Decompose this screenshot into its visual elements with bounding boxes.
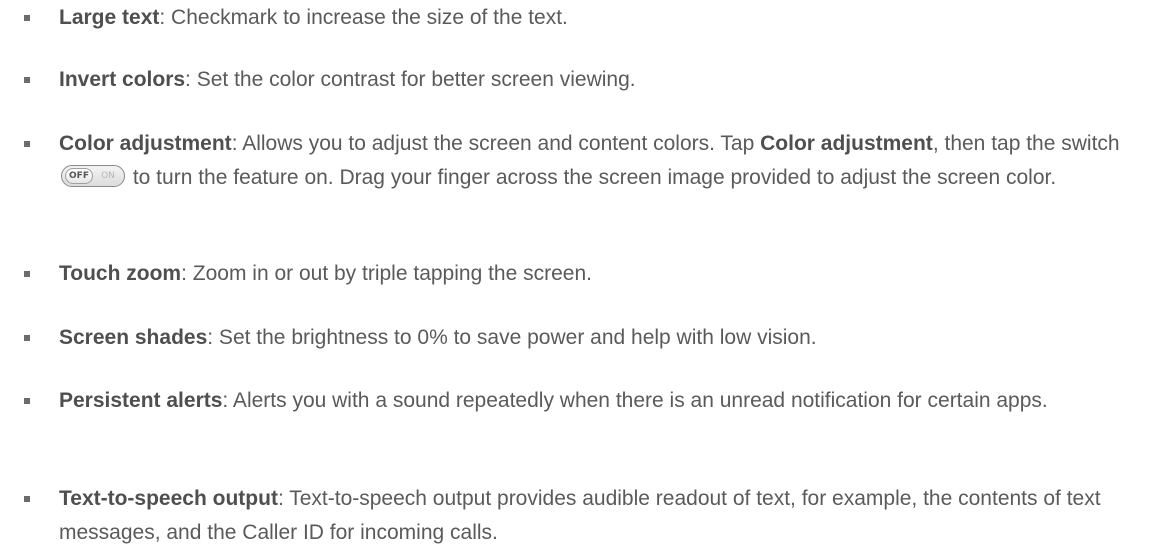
item-text: Large text: Checkmark to increase the si…: [59, 1, 1154, 35]
item-description: , then tap the switch: [932, 132, 1120, 155]
item-term: Touch zoom: [59, 262, 182, 285]
item-term: Screen shades: [59, 326, 208, 349]
item-description: : Checkmark to increase the size of the …: [159, 6, 568, 29]
bullet-icon: [24, 335, 30, 341]
item-text: Persistent alerts: Alerts you with a sou…: [59, 384, 1154, 418]
bullet-icon: [24, 398, 30, 404]
bullet-icon: [24, 15, 30, 21]
bullet-icon: [24, 271, 30, 277]
item-description: : Set the brightness to 0% to save power…: [207, 326, 817, 349]
bullet-icon: [24, 77, 30, 83]
item-term: Large text: [59, 6, 160, 29]
item-text: Touch zoom: Zoom in or out by triple tap…: [59, 257, 1154, 291]
item-text: Invert colors: Set the color contrast fo…: [59, 63, 1154, 97]
item-text: Screen shades: Set the brightness to 0% …: [59, 321, 1154, 355]
on-off-switch-icon: OFF ON: [61, 165, 125, 188]
switch-off-label: OFF: [65, 168, 93, 185]
item-term: Text-to-speech output: [59, 487, 278, 510]
item-description: to turn the feature on. Drag your finger…: [127, 166, 1057, 189]
switch-on-label: ON: [101, 171, 115, 182]
item-term: Color adjustment: [59, 132, 232, 155]
item-description: : Set the color contrast for better scre…: [185, 68, 636, 91]
item-term-inline: Color adjustment: [760, 132, 933, 155]
item-text: Text-to-speech output: Text-to-speech ou…: [59, 482, 1154, 550]
item-text: Color adjustment: Allows you to adjust t…: [59, 127, 1154, 195]
item-description: : Zoom in or out by triple tapping the s…: [181, 262, 592, 285]
item-description: : Alerts you with a sound repeatedly whe…: [222, 389, 1048, 412]
bullet-icon: [24, 496, 30, 502]
bullet-icon: [24, 141, 30, 147]
item-term: Persistent alerts: [59, 389, 223, 412]
item-term: Invert colors: [59, 68, 186, 91]
item-description: : Allows you to adjust the screen and co…: [231, 132, 761, 155]
